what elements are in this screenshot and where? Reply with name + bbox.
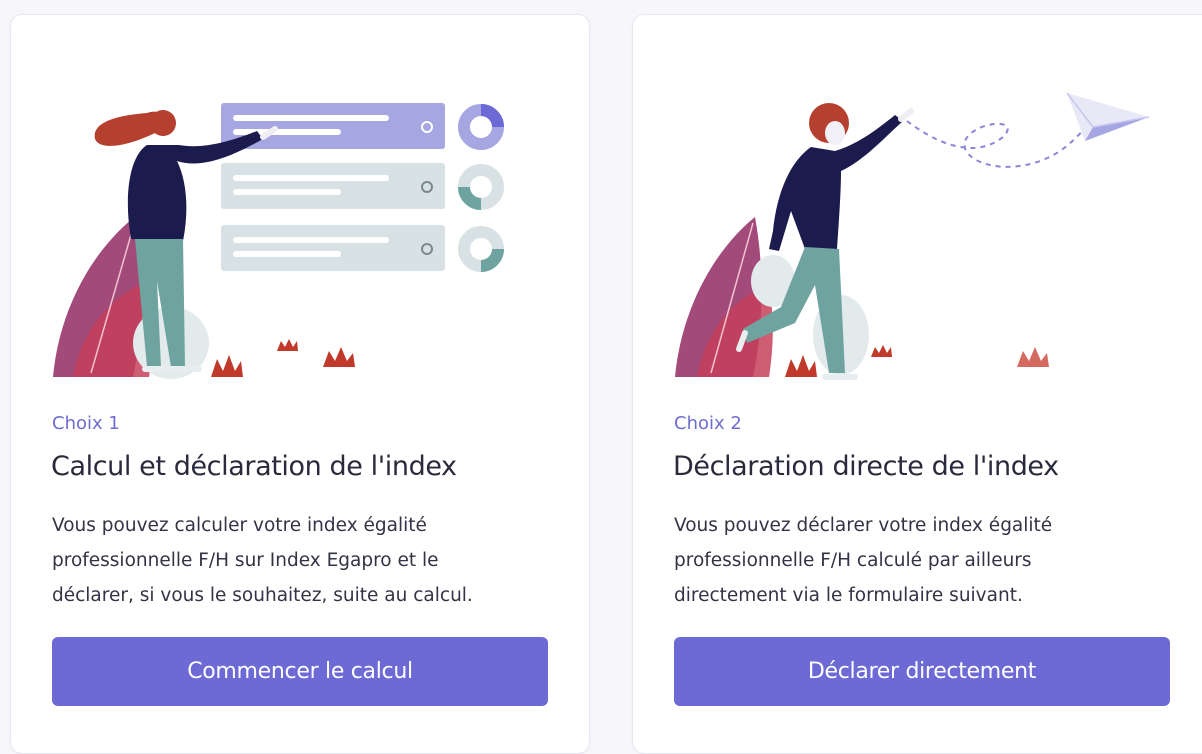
description-line: professionnelle F/H calculé par ailleurs [674, 550, 1032, 571]
description-line: Vous pouvez calculer votre index égalité [52, 515, 427, 536]
person-throwing-paper-plane-illustration [675, 92, 1150, 380]
declare-directly-button[interactable]: Déclarer directement [674, 637, 1170, 706]
description-line: déclarer, si vous le souhaitez, suite au… [52, 585, 473, 606]
plant-icon [211, 355, 243, 377]
plant-icon [785, 355, 817, 377]
card-description: Vous pouvez calculer votre index égalité… [52, 508, 522, 613]
description-line: Vous pouvez déclarer votre index égalité [674, 515, 1053, 536]
card-description: Vous pouvez déclarer votre index égalité… [674, 508, 1144, 613]
woman-pointing-at-charts-illustration [53, 103, 504, 379]
card-title: Déclaration directe de l'index [673, 451, 1059, 482]
choice-label: Choix 1 [52, 413, 120, 434]
start-calculation-button[interactable]: Commencer le calcul [52, 637, 548, 706]
description-line: directement via le formulaire suivant. [674, 585, 1023, 606]
plant-icon [871, 345, 892, 357]
choice-card-declaration: Choix 2 Déclaration directe de l'index V… [632, 14, 1202, 754]
plant-icon [323, 347, 355, 367]
choice-card-calcul: Choix 1 Calcul et déclaration de l'index… [10, 14, 590, 754]
plant-icon [277, 339, 298, 351]
chart-panel [221, 225, 445, 271]
head-shape [150, 110, 176, 136]
plane-trajectory [906, 120, 1094, 168]
choice-label: Choix 2 [674, 413, 742, 434]
plant-icon [1017, 347, 1049, 367]
card-title: Calcul et déclaration de l'index [51, 451, 457, 482]
chart-panel [221, 163, 445, 209]
description-line: professionnelle F/H sur Index Egapro et … [52, 550, 439, 571]
